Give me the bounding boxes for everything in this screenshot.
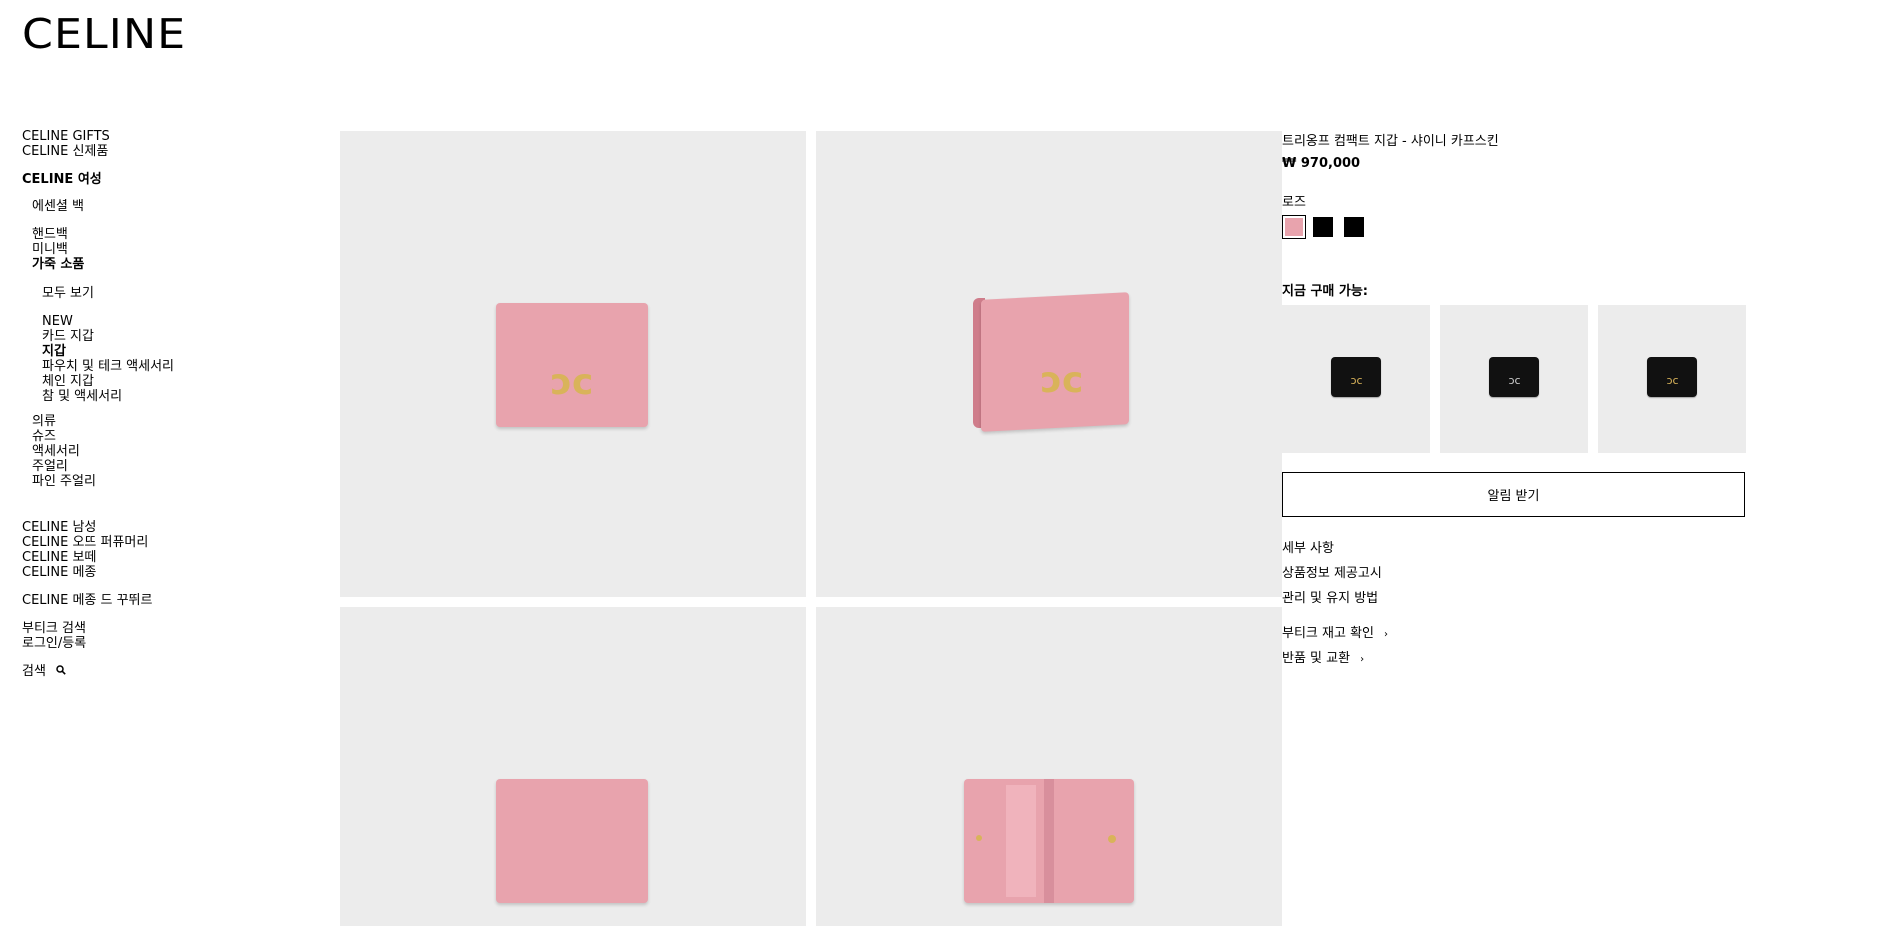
check-stock-link[interactable]: 부티크 재고 확인 › [1282,622,1388,641]
celine-logo[interactable]: CELINE [22,14,186,55]
nav-celine-gifts[interactable]: CELINE GIFTS [22,129,110,144]
nav-handbags[interactable]: 핸드백 [32,227,68,242]
nav-charms[interactable]: 참 및 액세서리 [42,389,122,404]
nav-maison-de-couture[interactable]: CELINE 메종 드 꾸뛰르 [22,593,152,608]
nav-accessories[interactable]: 액세서리 [32,444,80,459]
search-icon [56,664,66,679]
swatch-black-gold[interactable] [1313,217,1333,237]
mini-wallet: ↄc [1331,357,1381,397]
search-label: 검색 [22,664,46,679]
nav-fine-jewelry[interactable]: 파인 주얼리 [32,474,96,489]
available-item-2[interactable]: ↄc [1440,305,1588,453]
nav-mini-bags[interactable]: 미니백 [32,242,68,257]
chevron-right-icon: › [1384,629,1388,640]
snap-icon [976,835,982,841]
returns-label: 반품 및 교환 [1282,651,1351,666]
returns-link[interactable]: 반품 및 교환 › [1282,647,1364,666]
nav-card-wallets[interactable]: 카드 지갑 [42,329,94,344]
nav-clothing[interactable]: 의류 [32,414,56,429]
nav-store-locator[interactable]: 부티크 검색 [22,621,86,636]
nav-essential-bags[interactable]: 에센셜 백 [32,199,84,214]
nav-jewelry[interactable]: 주얼리 [32,459,68,474]
available-item-3[interactable]: ↄc [1598,305,1746,453]
mini-wallet: ↄc [1647,357,1697,397]
nav-search[interactable]: 검색 [22,664,66,679]
nav-haute-parfumerie[interactable]: CELINE 오뜨 퍼퓨머리 [22,535,148,550]
chevron-right-icon: › [1360,654,1365,665]
wallet-back [496,779,648,903]
product-title: 트리옹프 컴팩트 지갑 - 샤이니 카프스킨 [1282,134,1499,149]
swatch-rose[interactable] [1282,215,1306,239]
product-image-angle[interactable]: ↄc [816,131,1282,597]
color-label: 로즈 [1282,195,1306,210]
available-item-1[interactable]: ↄc [1282,305,1430,453]
triomphe-clasp-icon: ↄc [550,362,594,403]
nav-login-register[interactable]: 로그인/등록 [22,636,86,651]
nav-celine-new[interactable]: CELINE 신제품 [22,144,108,159]
check-stock-label: 부티크 재고 확인 [1282,626,1374,641]
available-now-label: 지금 구매 가능: [1282,284,1369,299]
product-image-front[interactable]: ↄc [340,131,806,597]
swatch-black-silver[interactable] [1344,217,1364,237]
details-link[interactable]: 세부 사항 [1282,537,1334,556]
clasp-silver-icon: ↄc [1508,374,1521,387]
wallet-inner-pocket [1006,785,1036,897]
nav-new[interactable]: NEW [42,314,73,329]
product-info-notice-link[interactable]: 상품정보 제공고시 [1282,562,1382,581]
nav-shoes[interactable]: 슈즈 [32,429,56,444]
nav-pouches-tech[interactable]: 파우치 및 테크 액세서리 [42,359,174,374]
clasp-gold-icon: ↄc [1666,374,1679,387]
nav-celine-men[interactable]: CELINE 남성 [22,520,96,535]
nav-celine-beaute[interactable]: CELINE 보떼 [22,550,96,565]
mini-wallet: ↄc [1489,357,1539,397]
notify-me-button[interactable]: 알림 받기 [1282,472,1745,517]
nav-view-all[interactable]: 모두 보기 [42,286,94,301]
product-image-open[interactable] [816,607,1282,926]
care-link[interactable]: 관리 및 유지 방법 [1282,587,1378,606]
nav-wallets[interactable]: 지갑 [42,344,66,359]
triomphe-clasp-icon: ↄc [1040,360,1084,401]
clasp-gold-icon: ↄc [1350,374,1363,387]
swatch-rose-fill [1285,218,1303,236]
nav-leather-goods[interactable]: 가죽 소품 [32,257,84,272]
nav-chain-wallets[interactable]: 체인 지갑 [42,374,94,389]
nav-celine-maison[interactable]: CELINE 메종 [22,565,96,580]
snap-icon [1108,835,1116,843]
nav-celine-women[interactable]: CELINE 여성 [22,172,102,187]
wallet-fold [1044,779,1054,903]
product-image-back[interactable] [340,607,806,926]
product-price: ₩ 970,000 [1282,156,1361,171]
